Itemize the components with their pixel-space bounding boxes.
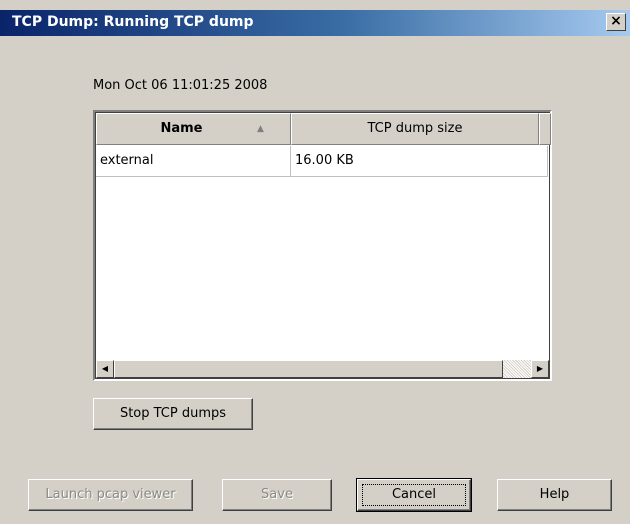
table-header: Name ▲ TCP dump size bbox=[96, 113, 551, 145]
cell-size: 16.00 KB bbox=[291, 146, 548, 176]
scrollbar-thumb[interactable] bbox=[114, 360, 503, 378]
horizontal-scrollbar[interactable]: ◀ ▶ bbox=[96, 360, 549, 378]
help-button[interactable]: Help bbox=[497, 479, 612, 511]
close-button[interactable]: × bbox=[606, 13, 626, 31]
launch-pcap-viewer-button[interactable]: Launch pcap viewer bbox=[28, 479, 193, 511]
stop-tcp-dumps-button[interactable]: Stop TCP dumps bbox=[93, 398, 253, 430]
scroll-left-button[interactable]: ◀ bbox=[96, 360, 114, 378]
column-header-name[interactable]: Name ▲ bbox=[96, 113, 291, 145]
arrow-left-icon: ◀ bbox=[101, 364, 109, 373]
cancel-button[interactable]: Cancel bbox=[356, 478, 472, 512]
tcp-dump-dialog: TCP Dump: Running TCP dump × Mon Oct 06 … bbox=[0, 0, 630, 524]
scrollbar-track[interactable] bbox=[503, 360, 531, 378]
dialog-title: TCP Dump: Running TCP dump bbox=[12, 14, 254, 30]
title-bar: TCP Dump: Running TCP dump × bbox=[0, 10, 630, 36]
column-header-size[interactable]: TCP dump size bbox=[291, 113, 539, 145]
close-icon: × bbox=[610, 13, 622, 29]
table-row[interactable]: external 16.00 KB bbox=[96, 146, 548, 177]
arrow-right-icon: ▶ bbox=[536, 364, 544, 373]
sort-ascending-icon: ▲ bbox=[257, 124, 264, 134]
column-header-filler bbox=[539, 113, 551, 145]
timestamp-label: Mon Oct 06 11:01:25 2008 bbox=[93, 78, 268, 93]
focus-ring bbox=[362, 484, 466, 506]
scroll-right-button[interactable]: ▶ bbox=[531, 360, 549, 378]
cell-name: external bbox=[96, 146, 291, 176]
save-button[interactable]: Save bbox=[222, 479, 332, 511]
tcp-dump-table: Name ▲ TCP dump size external 16.00 KB ◀… bbox=[93, 110, 552, 381]
